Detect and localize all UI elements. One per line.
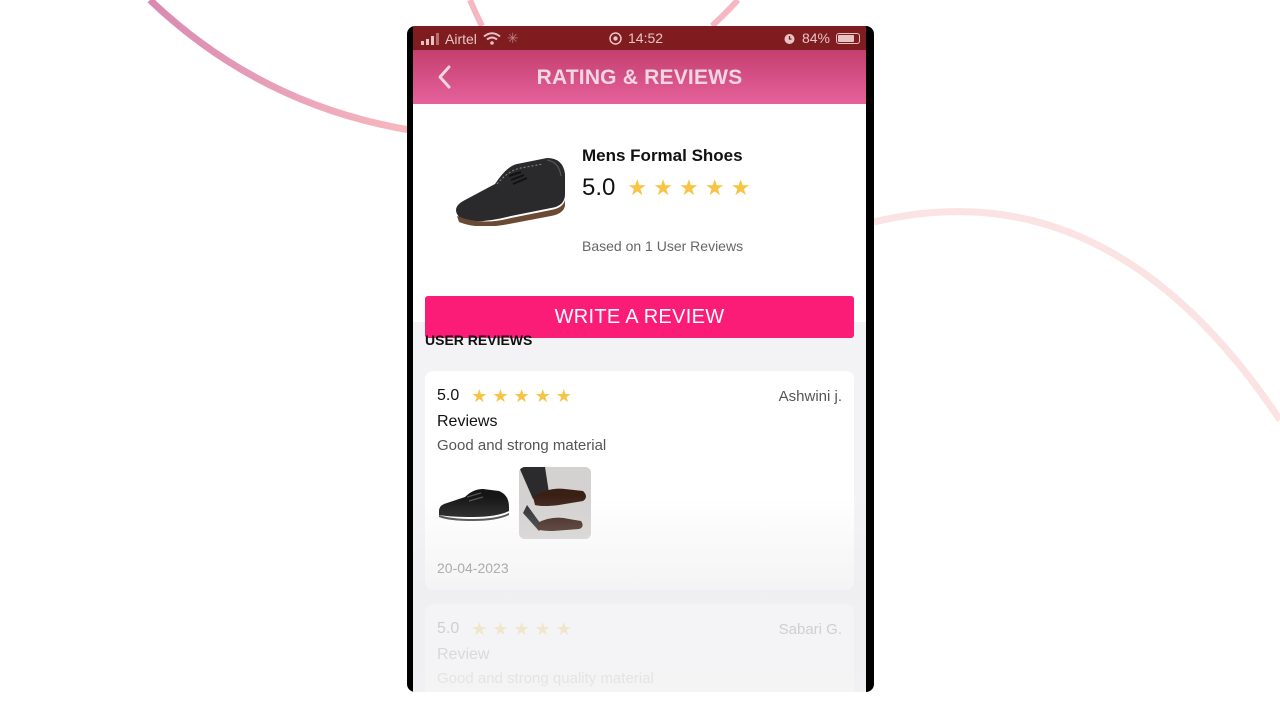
product-image (456, 158, 565, 226)
status-bar: Airtel ✳ 14:52 84% (413, 26, 866, 50)
status-center: 14:52 (609, 30, 663, 46)
review-rating: 5.0 ★ ★ ★ ★ ★ (437, 620, 572, 638)
app-screen: Airtel ✳ 14:52 84% RATING & REVIEWS Mens… (413, 26, 866, 692)
nav-bar: RATING & REVIEWS (413, 50, 866, 104)
product-rating: 5.0 ★ ★ ★ ★ ★ (582, 174, 750, 202)
review-rating: 5.0 ★ ★ ★ ★ ★ (437, 387, 572, 405)
review-body: Good and strong material (437, 437, 607, 454)
review-body: Good and strong quality material (437, 670, 654, 687)
battery-percent: 84% (801, 30, 830, 46)
shoe-photo-image (439, 489, 509, 521)
battery-icon (836, 32, 860, 44)
alarm-icon (784, 33, 795, 44)
review-score: 5.0 (437, 387, 460, 404)
clock-label: 14:52 (628, 30, 664, 46)
carrier-label: Airtel (445, 30, 477, 47)
loading-icon: ✳ (506, 30, 519, 46)
orientation-lock-icon (609, 31, 622, 45)
review-date: 20-04-2023 (437, 560, 509, 576)
review-author: Ashwini j. (778, 388, 842, 405)
review-card: 5.0 ★ ★ ★ ★ ★ Sabari G. Review Good and … (425, 604, 854, 692)
product-summary: Mens Formal Shoes 5.0 ★ ★ ★ ★ ★ Based on… (413, 104, 866, 338)
star-rating-icons: ★ ★ ★ ★ ★ (471, 619, 572, 639)
review-card: 5.0 ★ ★ ★ ★ ★ Ashwini j. Reviews Good an… (425, 371, 854, 590)
star-rating-icons: ★ ★ ★ ★ ★ (471, 386, 572, 406)
review-count: Based on 1 User Reviews (582, 238, 744, 254)
review-title: Reviews (437, 413, 498, 430)
page-title: RATING & REVIEWS (536, 66, 743, 89)
average-rating: 5.0 (582, 174, 616, 201)
shoe-on-feet-image (519, 467, 591, 539)
product-name: Mens Formal Shoes (582, 146, 743, 165)
wifi-icon (483, 32, 501, 45)
star-rating-icons: ★ ★ ★ ★ ★ (627, 175, 751, 200)
section-title: USER REVIEWS (425, 332, 533, 348)
review-photos (437, 467, 591, 539)
signal-icon (421, 32, 439, 45)
review-score: 5.0 (437, 620, 460, 637)
review-author: Sabari G. (778, 621, 842, 638)
review-photo[interactable] (519, 467, 591, 539)
review-title: Review (437, 646, 490, 663)
phone-frame: Airtel ✳ 14:52 84% RATING & REVIEWS Mens… (407, 26, 874, 692)
status-right: 84% (783, 30, 860, 46)
stage: Airtel ✳ 14:52 84% RATING & REVIEWS Mens… (0, 0, 1280, 720)
status-left: Airtel ✳ (421, 30, 519, 47)
review-photo[interactable] (437, 467, 509, 539)
